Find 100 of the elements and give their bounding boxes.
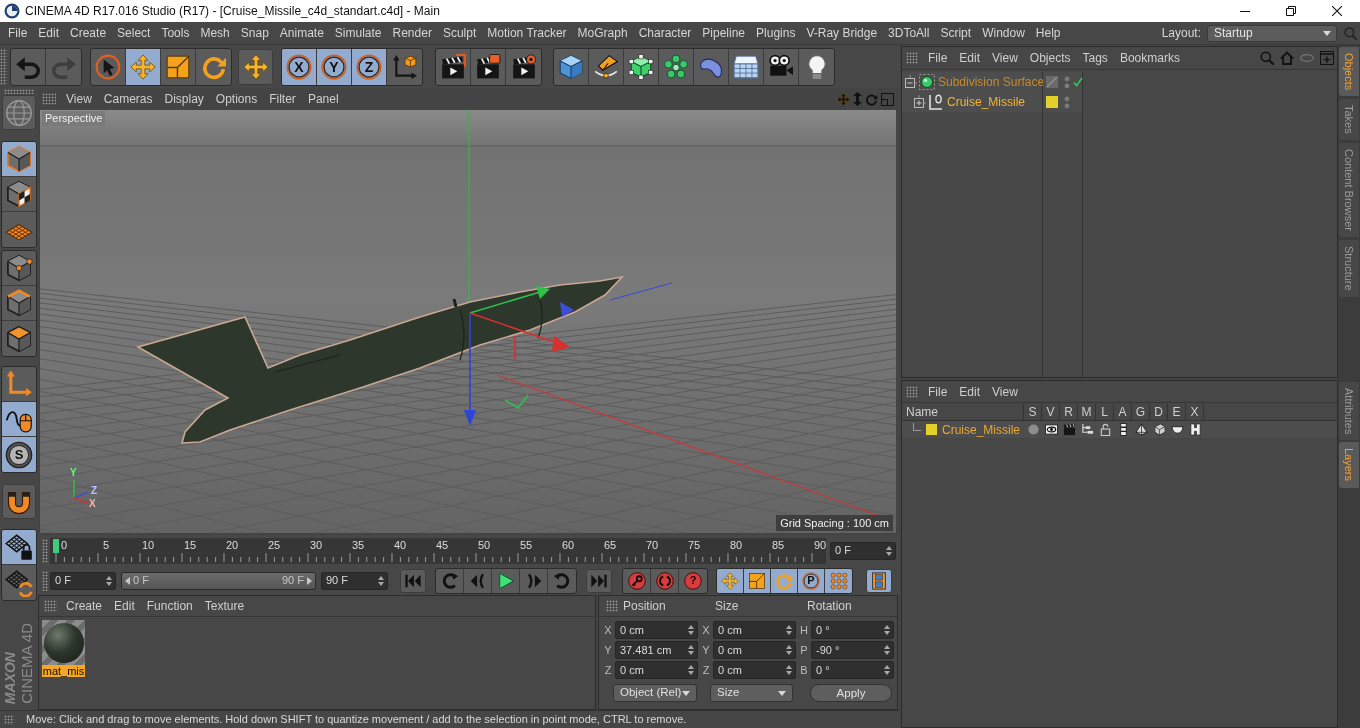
menu-item[interactable]: Create bbox=[70, 24, 107, 42]
layout-dropdown[interactable]: Startup bbox=[1207, 24, 1337, 42]
menu-item[interactable]: Window bbox=[982, 24, 1025, 42]
model-mode-button[interactable] bbox=[2, 142, 36, 177]
menu-item[interactable]: File bbox=[928, 49, 948, 67]
grip-handle[interactable] bbox=[4, 714, 14, 725]
menu-item[interactable]: Create bbox=[66, 597, 103, 615]
menu-item[interactable]: Motion Tracker bbox=[487, 24, 567, 42]
menu-item[interactable]: Tools bbox=[161, 24, 190, 42]
apply-button[interactable]: Apply bbox=[810, 684, 892, 702]
coordinate-field[interactable]: 0 cm bbox=[615, 661, 698, 679]
grip-handle[interactable] bbox=[44, 600, 57, 612]
menu-item[interactable]: Select bbox=[117, 24, 151, 42]
menu-item[interactable]: Edit bbox=[38, 24, 60, 42]
panel-tab[interactable]: Attributes bbox=[1339, 382, 1359, 441]
viewport-canvas[interactable]: Perspective Y Z X Grid Spacing : 100 cm bbox=[40, 110, 896, 533]
size-mode-dropdown[interactable]: Size bbox=[710, 684, 793, 702]
column-header[interactable]: E bbox=[1172, 405, 1181, 419]
material-name[interactable]: mat_mis bbox=[42, 665, 85, 677]
menu-item[interactable]: Edit bbox=[114, 597, 135, 615]
column-header[interactable]: V bbox=[1046, 405, 1055, 419]
grip-handle[interactable] bbox=[42, 538, 48, 563]
axis-lock-button[interactable]: Z bbox=[352, 48, 387, 85]
coordinate-field[interactable]: 37.481 cm bbox=[615, 641, 698, 659]
panel-tab[interactable]: Layers bbox=[1339, 442, 1359, 488]
panel-tab[interactable]: Content Browser bbox=[1339, 143, 1359, 237]
menu-item[interactable]: Function bbox=[146, 597, 193, 615]
current-frame-field[interactable]: 0 F bbox=[830, 541, 896, 560]
start-frame-field[interactable]: 0 F bbox=[50, 571, 116, 590]
column-header[interactable]: A bbox=[1118, 405, 1127, 419]
check-icon[interactable] bbox=[1073, 77, 1083, 87]
menu-item[interactable]: Snap bbox=[240, 24, 269, 42]
menu-item[interactable]: File bbox=[8, 24, 28, 42]
key-rotation-button[interactable] bbox=[771, 568, 798, 593]
menu-item[interactable]: Plugins bbox=[756, 24, 796, 42]
menu-item[interactable]: MoGraph bbox=[577, 24, 628, 42]
menu-item[interactable]: Help bbox=[1035, 24, 1061, 42]
menu-item[interactable]: Bookmarks bbox=[1119, 49, 1180, 67]
column-header[interactable]: R bbox=[1064, 405, 1073, 419]
grip-handle[interactable] bbox=[606, 600, 618, 612]
menu-item[interactable]: Panel bbox=[307, 90, 339, 108]
timeline-ruler[interactable]: 0 5 10 15 20 25 30 35 40 45 50 55 60 65 70 75 80 85 90 bbox=[50, 537, 826, 564]
frame-range-slider[interactable]: 0 F 90 F bbox=[121, 571, 316, 590]
axis-lock-button[interactable]: X bbox=[282, 48, 317, 85]
key-parameter-button[interactable]: P bbox=[798, 568, 825, 593]
timeline-button[interactable] bbox=[866, 568, 892, 593]
key-pla-button[interactable] bbox=[825, 568, 852, 593]
menu-item[interactable]: View bbox=[992, 382, 1018, 401]
menu-item[interactable]: Cameras bbox=[103, 90, 153, 108]
column-header[interactable]: S bbox=[1028, 405, 1037, 419]
column-header[interactable]: M bbox=[1081, 405, 1092, 419]
menu-item[interactable]: View bbox=[992, 49, 1018, 67]
menu-item[interactable]: Edit bbox=[959, 49, 981, 67]
column-header[interactable]: Name bbox=[906, 405, 938, 419]
magnet-button[interactable] bbox=[2, 484, 36, 519]
menu-item[interactable]: Character bbox=[638, 24, 692, 42]
panel-tab[interactable]: Structure bbox=[1339, 240, 1359, 297]
menu-item[interactable]: Animate bbox=[279, 24, 324, 42]
menu-item[interactable]: Render bbox=[392, 24, 432, 42]
snap-button[interactable]: S bbox=[2, 437, 36, 472]
axis-lock-button[interactable]: Y bbox=[317, 48, 352, 85]
menu-item[interactable]: Mesh bbox=[200, 24, 230, 42]
coordinate-field[interactable]: 0 ° bbox=[811, 661, 894, 679]
coordinate-mode-dropdown[interactable]: Object (Rel) bbox=[613, 684, 697, 702]
column-header[interactable]: X bbox=[1190, 405, 1199, 419]
go-to-start-button[interactable] bbox=[400, 568, 426, 593]
key-position-button[interactable] bbox=[717, 568, 744, 593]
keyframe-selection-button[interactable]: ? bbox=[679, 568, 707, 593]
grip-handle[interactable] bbox=[0, 48, 7, 85]
material-preview[interactable] bbox=[42, 620, 85, 665]
menu-item[interactable]: Simulate bbox=[334, 24, 382, 42]
column-header[interactable]: G bbox=[1135, 405, 1146, 419]
grip-handle[interactable] bbox=[4, 89, 34, 94]
menu-item[interactable]: Options bbox=[215, 90, 258, 108]
menu-item[interactable]: File bbox=[928, 382, 948, 401]
coordinate-field[interactable]: -90 ° bbox=[811, 641, 894, 659]
grip-handle[interactable] bbox=[42, 93, 56, 105]
grip-handle[interactable] bbox=[906, 52, 918, 64]
layer-swatch-icon[interactable] bbox=[1046, 96, 1058, 108]
layer-swatch-icon[interactable] bbox=[926, 424, 937, 435]
move-tool-button[interactable] bbox=[126, 48, 161, 85]
menu-item[interactable]: Pipeline bbox=[702, 24, 746, 42]
menu-item[interactable]: View bbox=[66, 90, 92, 108]
menu-item[interactable]: Filter bbox=[269, 90, 296, 108]
menu-item[interactable]: V-Ray Bridge bbox=[806, 24, 878, 42]
menu-item[interactable]: Edit bbox=[959, 382, 981, 401]
coordinate-field[interactable]: 0 cm bbox=[615, 621, 698, 639]
menu-item[interactable]: Script bbox=[940, 24, 972, 42]
coordinate-field[interactable]: 0 cm bbox=[713, 641, 796, 659]
grip-handle[interactable] bbox=[42, 570, 48, 591]
column-header[interactable]: L bbox=[1101, 405, 1108, 419]
coordinate-field[interactable]: 0 cm bbox=[713, 661, 796, 679]
go-to-end-button[interactable] bbox=[586, 568, 612, 593]
expand-toggle-icon[interactable] bbox=[914, 95, 926, 109]
menu-item[interactable]: Tags bbox=[1082, 49, 1108, 67]
grip-handle[interactable] bbox=[906, 385, 918, 398]
grid-lock-button[interactable] bbox=[2, 530, 36, 565]
key-scale-button[interactable] bbox=[744, 568, 771, 593]
tweak-mode-button[interactable] bbox=[2, 402, 36, 437]
collapse-toggle-icon[interactable] bbox=[905, 75, 917, 89]
